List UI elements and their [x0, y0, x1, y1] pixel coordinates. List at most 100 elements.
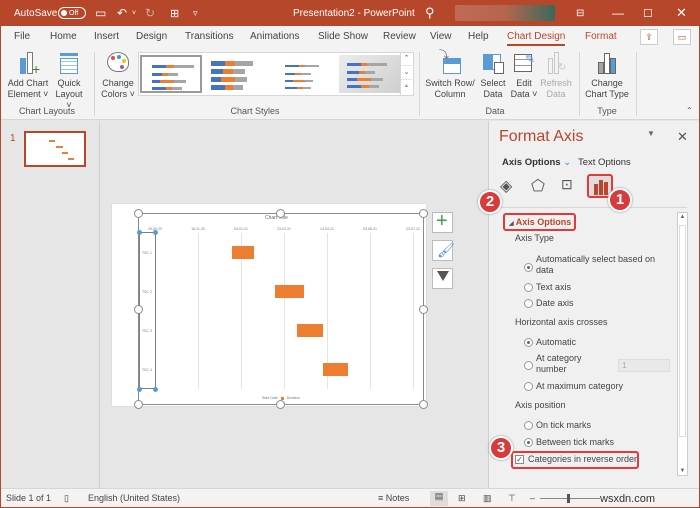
comments-icon[interactable]: ▭ — [673, 29, 691, 45]
reading-view-icon[interactable]: ▥ — [483, 493, 492, 504]
search-icon[interactable]: ⚲ — [425, 0, 435, 26]
radio-at-category-number[interactable] — [524, 361, 533, 370]
zoom-slider[interactable] — [540, 498, 600, 499]
quick-layout-button[interactable]: Quick Layout ˅ — [52, 50, 86, 111]
tab-axis-options[interactable]: Axis Options ⌄ — [502, 157, 571, 168]
tab-animations[interactable]: Animations — [250, 26, 299, 48]
resize-handle[interactable] — [276, 400, 285, 409]
section-axis-options[interactable]: ◢ Axis Options — [503, 213, 576, 231]
category-number-input[interactable]: 1 — [618, 359, 670, 372]
redo-icon[interactable]: ↻ — [145, 0, 155, 26]
resize-handle[interactable] — [276, 209, 285, 218]
zoom-out-icon[interactable]: – — [530, 493, 535, 503]
resize-handle[interactable] — [134, 400, 143, 409]
tab-home[interactable]: Home — [50, 26, 77, 48]
chart-style-2[interactable] — [207, 55, 269, 93]
tab-design[interactable]: Design — [136, 26, 167, 48]
tab-text-options[interactable]: Text Options — [578, 157, 631, 168]
resize-handle[interactable] — [419, 400, 428, 409]
resize-handle[interactable] — [134, 305, 143, 314]
radio-auto-select[interactable] — [524, 263, 533, 272]
scroll-up-icon[interactable]: ▲ — [678, 214, 687, 220]
tab-view[interactable]: View — [430, 26, 452, 48]
duration-bar[interactable] — [232, 246, 254, 259]
radio-date-axis[interactable] — [524, 299, 533, 308]
scroll-thumb[interactable] — [679, 225, 686, 437]
duration-bar[interactable] — [275, 285, 304, 298]
tab-help[interactable]: Help — [468, 26, 489, 48]
ribbon-display-icon[interactable]: ⊟ — [576, 0, 584, 26]
chart-area[interactable] — [138, 213, 424, 405]
axis-handle[interactable] — [137, 230, 142, 235]
chart-filters-button[interactable] — [432, 268, 453, 289]
tab-transitions[interactable]: Transitions — [185, 26, 234, 48]
minimize-icon[interactable]: — — [612, 0, 624, 26]
normal-view-icon[interactable]: ▤ — [430, 491, 448, 506]
chart-elements-button[interactable]: + — [432, 210, 453, 233]
language-status[interactable]: English (United States) — [88, 493, 180, 503]
customize-toolbar-icon[interactable]: ▿ — [193, 0, 198, 26]
gallery-more-icon[interactable]: ⩡ — [401, 80, 412, 94]
chart-style-1[interactable] — [140, 55, 202, 93]
reverse-order-checkbox[interactable]: ✓ — [515, 455, 524, 464]
collapse-ribbon-icon[interactable]: ⌃ — [686, 106, 693, 115]
tab-chart-design[interactable]: Chart Design — [507, 26, 566, 48]
fill-line-icon[interactable]: ◈ — [500, 176, 522, 198]
radio-at-maximum-category[interactable] — [524, 382, 533, 391]
resize-handle[interactable] — [419, 209, 428, 218]
slide-thumbnail-1[interactable] — [24, 131, 86, 167]
undo-dropdown-icon[interactable]: ˅ — [132, 0, 136, 26]
change-colors-button[interactable]: Change Colors ˅ — [100, 50, 136, 100]
zoom-slider-thumb[interactable] — [567, 494, 570, 503]
chart-styles-button[interactable]: 🖌 — [432, 240, 455, 261]
radio-automatic[interactable] — [524, 338, 533, 347]
radio-on-tick-marks[interactable] — [524, 421, 533, 430]
scroll-down-icon[interactable]: ▼ — [678, 468, 687, 474]
effects-pentagon-icon[interactable]: ⬠ — [531, 176, 553, 198]
ribbon: + Add Chart Element ˅ Quick Layout ˅ Cha… — [0, 48, 700, 120]
resize-handle[interactable] — [134, 209, 143, 218]
autosave-toggle[interactable]: Off — [58, 0, 86, 26]
edit-data-button[interactable]: ✎ Edit Data ˅ — [510, 50, 538, 100]
tab-review[interactable]: Review — [383, 26, 416, 48]
tab-format[interactable]: Format — [585, 26, 617, 48]
tab-file[interactable]: File — [14, 26, 30, 48]
chart-style-3[interactable] — [273, 55, 335, 93]
select-data-button[interactable]: Select Data — [478, 50, 508, 100]
tab-insert[interactable]: Insert — [94, 26, 119, 48]
axis-handle[interactable] — [153, 387, 158, 392]
accessibility-icon[interactable]: ▯ — [64, 493, 69, 504]
change-chart-type-button[interactable]: Change Chart Type — [582, 50, 632, 100]
gallery-scroll-up-icon[interactable]: ⌃ — [401, 52, 412, 66]
gallery-scroll-down-icon[interactable]: ⌄ — [401, 66, 412, 80]
pane-close-icon[interactable]: ✕ — [677, 129, 688, 145]
chart-style-4[interactable] — [339, 55, 401, 93]
size-properties-icon[interactable]: ⊡ — [561, 176, 583, 198]
pane-options-dropdown-icon[interactable]: ▼ — [647, 129, 655, 138]
switch-row-column-button[interactable]: ⤵ Switch Row/ Column — [424, 50, 476, 100]
document-title: Presentation2 - PowerPoint — [293, 7, 415, 19]
radio-between-tick-marks[interactable] — [524, 438, 533, 447]
add-chart-element-button[interactable]: + Add Chart Element ˅ — [6, 50, 50, 100]
save-icon[interactable]: ▭ — [95, 0, 106, 26]
slide-show-icon[interactable]: ⊤ — [508, 493, 516, 504]
callout-badge-1: 1 — [608, 188, 632, 212]
notes-button[interactable]: ≡ Notes — [378, 493, 409, 503]
close-icon[interactable]: ✕ — [676, 0, 687, 26]
resize-handle[interactable] — [419, 305, 428, 314]
axis-handle[interactable] — [153, 230, 158, 235]
duration-bar[interactable] — [322, 363, 348, 376]
account-area[interactable] — [455, 5, 555, 21]
axis-handle[interactable] — [137, 387, 142, 392]
tab-slide-show[interactable]: Slide Show — [318, 26, 368, 48]
share-icon[interactable]: ⇪ — [640, 29, 658, 45]
pane-scrollbar[interactable]: ▲ ▼ — [677, 212, 688, 476]
duration-bar[interactable] — [296, 324, 323, 337]
maximize-icon[interactable]: ☐ — [643, 0, 653, 26]
refresh-data-button[interactable]: ↻ Refresh Data — [540, 50, 572, 100]
undo-icon[interactable]: ↶ — [117, 0, 127, 26]
present-from-start-icon[interactable]: ⊞ — [170, 0, 179, 26]
legend-duration-swatch — [280, 396, 284, 400]
slide-sorter-icon[interactable]: ⊞ — [458, 493, 466, 504]
radio-text-axis[interactable] — [524, 283, 533, 292]
